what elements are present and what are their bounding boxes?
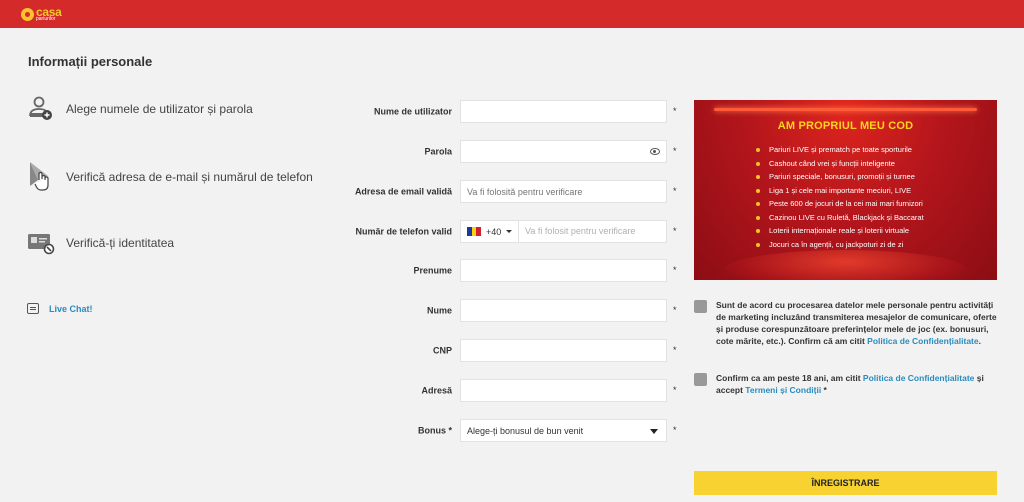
top-bar: casa pariurilor: [0, 0, 1024, 28]
logo-sub-text: pariurilor: [36, 16, 56, 22]
marketing-consent-end: .: [978, 336, 981, 346]
promo-feature-list: Pariuri LIVE și prematch pe toate sportu…: [754, 143, 924, 251]
id-card-icon: [26, 228, 56, 258]
privacy-policy-link[interactable]: Politica de Confidențialitate: [863, 373, 974, 383]
address-label: Adresă: [421, 385, 452, 396]
password-label: Parola: [424, 146, 452, 157]
form-row-email: Adresa de email validă *: [355, 180, 680, 204]
casa-pariurilor-logo[interactable]: casa pariurilor: [21, 6, 62, 22]
required-mark: *: [673, 186, 677, 196]
form-row-phone: Număr de telefon valid +40 Va fi folosit…: [355, 220, 680, 244]
promo-banner: AM PROPRIUL MEU COD Pariuri LIVE și prem…: [694, 100, 997, 280]
age-consent-end: *: [821, 385, 827, 395]
stage-podium: [724, 250, 967, 280]
promo-title: AM PROPRIUL MEU COD: [777, 120, 914, 132]
age-consent-body: Confirm ca am peste 18 ani, am citit: [716, 373, 863, 383]
dropdown-caret-icon: [650, 429, 658, 434]
form-row-first-name: Prenume *: [360, 259, 680, 283]
age-consent-checkbox[interactable]: [694, 373, 707, 386]
romania-flag-icon: [467, 227, 482, 236]
required-mark: *: [673, 305, 677, 315]
chevron-down-icon: [506, 230, 513, 233]
required-mark: *: [673, 226, 677, 236]
phone-label: Număr de telefon valid: [355, 226, 452, 237]
cnp-label: CNP: [432, 345, 452, 356]
promo-item: Pariuri LIVE și prematch pe toate sportu…: [754, 143, 924, 157]
form-row-username: Nume de utilizator *: [360, 100, 680, 124]
required-mark: *: [673, 146, 677, 156]
form-row-cnp: CNP *: [360, 339, 680, 363]
step-verify-contact-label: Verifică adresa de e-mail și numărul de …: [66, 170, 313, 184]
chat-bubble-icon: [27, 303, 39, 314]
consent-age: Confirm ca am peste 18 ani, am citit Pol…: [694, 372, 999, 396]
form-row-last-name: Nume *: [360, 299, 680, 323]
cursor-click-icon: [26, 160, 56, 194]
consent-marketing: Sunt de acord cu procesarea datelor mele…: [694, 299, 999, 347]
cnp-input[interactable]: [460, 339, 667, 362]
promo-item: Liga 1 și cele mai importante meciuri, L…: [754, 184, 924, 198]
phone-input[interactable]: +40 Va fi folosit pentru verificare: [460, 220, 667, 243]
form-row-address: Adresă *: [360, 379, 680, 403]
username-input[interactable]: [460, 100, 667, 123]
logo-icon: [21, 7, 34, 21]
first-name-label: Prenume: [413, 265, 452, 276]
last-name-input[interactable]: [460, 299, 667, 322]
promo-item: Peste 600 de jocuri de la cei mai mari f…: [754, 197, 924, 211]
first-name-input[interactable]: [460, 259, 667, 282]
promo-item: Jocuri ca în agenții, cu jackpoturi zi d…: [754, 238, 924, 252]
step-username-label: Alege numele de utilizator și parola: [66, 102, 253, 116]
terms-conditions-link[interactable]: Termeni și Condiții: [745, 385, 821, 395]
required-mark: *: [673, 425, 677, 435]
live-chat-link[interactable]: Live Chat!: [27, 303, 93, 314]
live-chat-label[interactable]: Live Chat!: [49, 304, 93, 314]
stage-light-bar: [714, 108, 977, 111]
page-title: Informații personale: [28, 54, 153, 69]
step-verify-contact: Verifică adresa de e-mail și numărul de …: [26, 160, 313, 194]
step-verify-identity: Verifică-ți identitatea: [26, 228, 174, 258]
step-username: Alege numele de utilizator și parola: [26, 94, 253, 124]
form-row-bonus: Bonus * Alege-ți bonusul de bun venit *: [360, 419, 680, 443]
bonus-label: Bonus *: [417, 425, 452, 436]
form-row-password: Parola *: [360, 140, 680, 164]
promo-item: Cashout când vrei și funcții inteligente: [754, 157, 924, 171]
last-name-label: Nume: [426, 305, 452, 316]
bonus-select[interactable]: Alege-ți bonusul de bun venit: [460, 419, 667, 442]
email-label: Adresa de email validă: [354, 186, 452, 197]
country-code-select[interactable]: +40: [461, 221, 519, 242]
bonus-selected-value: Alege-ți bonusul de bun venit: [467, 425, 584, 436]
required-mark: *: [673, 106, 677, 116]
eye-icon[interactable]: [650, 148, 660, 155]
register-button[interactable]: ÎNREGISTRARE: [694, 471, 997, 495]
address-input[interactable]: [460, 379, 667, 402]
age-consent-text: Confirm ca am peste 18 ani, am citit Pol…: [716, 372, 999, 396]
promo-item: Cazinou LIVE cu Ruletă, Blackjack și Bac…: [754, 211, 924, 225]
phone-placeholder: Va fi folosit pentru verificare: [525, 226, 636, 236]
promo-item: Pariuri speciale, bonusuri, promoții și …: [754, 170, 924, 184]
step-verify-identity-label: Verifică-ți identitatea: [66, 236, 175, 250]
email-input[interactable]: [460, 180, 667, 203]
password-input[interactable]: [460, 140, 667, 163]
phone-country-code: +40: [486, 226, 502, 237]
required-mark: *: [673, 265, 677, 275]
required-mark: *: [673, 345, 677, 355]
username-label: Nume de utilizator: [373, 106, 452, 117]
user-add-icon: [26, 94, 56, 124]
promo-item: Loterii internaționale reale și loterii …: [754, 224, 924, 238]
marketing-consent-checkbox[interactable]: [694, 300, 707, 313]
privacy-policy-link[interactable]: Politica de Confidențialitate: [867, 336, 978, 346]
marketing-consent-text: Sunt de acord cu procesarea datelor mele…: [716, 299, 999, 347]
required-mark: *: [673, 385, 677, 395]
